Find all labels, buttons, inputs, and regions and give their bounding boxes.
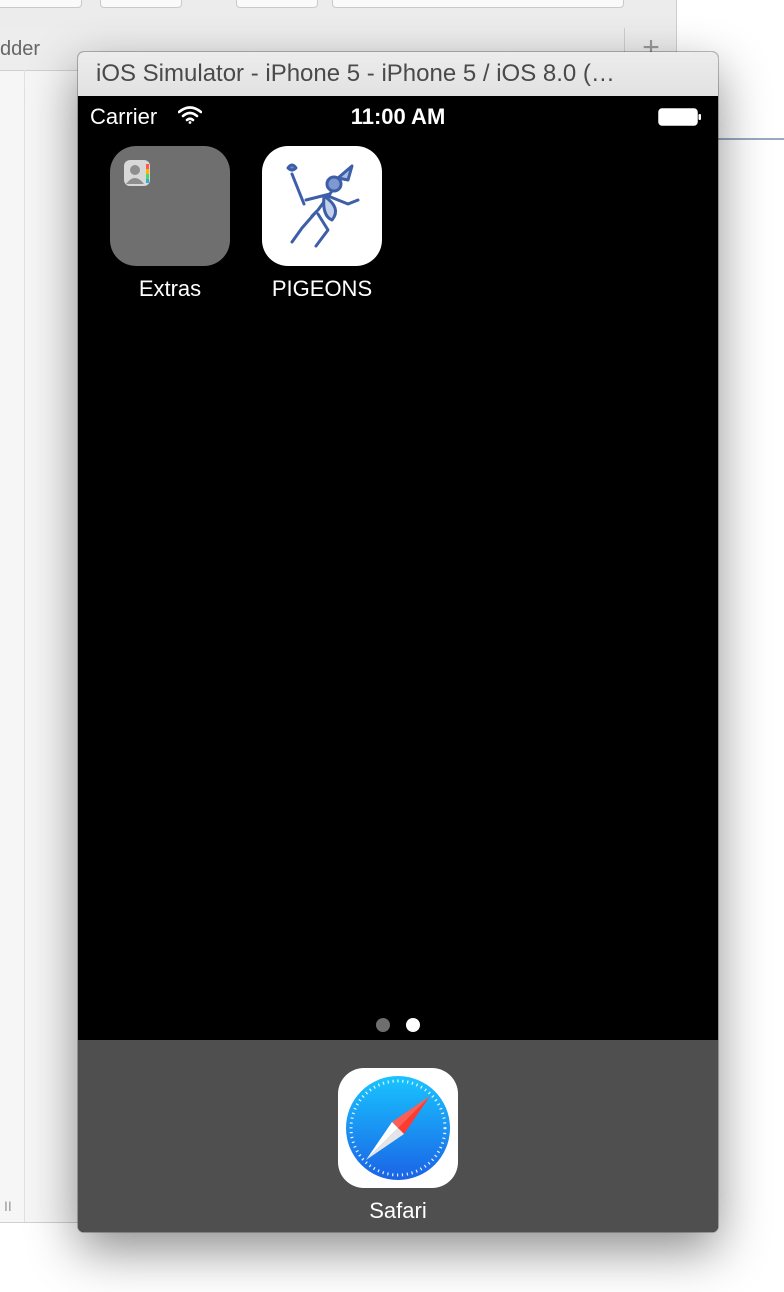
safari-compass-icon [346, 1076, 450, 1180]
background-divider [24, 70, 25, 1222]
simulator-title-bar[interactable]: iOS Simulator - iPhone 5 - iPhone 5 / iO… [78, 52, 718, 97]
app-safari[interactable]: Safari [323, 1068, 473, 1224]
toolbar-segment[interactable] [0, 0, 82, 8]
background-status-glyph: II [4, 1198, 12, 1214]
contacts-mini-icon [124, 160, 150, 186]
status-time: 11:00 AM [350, 104, 446, 129]
simulator-title: iOS Simulator - iPhone 5 - iPhone 5 / iO… [96, 60, 615, 87]
app-label: Safari [369, 1198, 427, 1223]
toolbar-search-field[interactable] [332, 0, 624, 8]
folder-icon [110, 146, 230, 266]
hermes-icon [262, 146, 382, 266]
compass-icon [338, 1068, 458, 1188]
status-bar: Carrier 11:00 AM [78, 96, 718, 136]
battery-icon [658, 108, 701, 126]
toolbar-segment[interactable] [100, 0, 182, 8]
app-pigeons[interactable]: PIGEONS [247, 146, 397, 302]
app-label: Extras [138, 276, 202, 301]
background-toolbar [0, 0, 676, 29]
background-accent-line [718, 138, 784, 140]
ios-simulator-window: iOS Simulator - iPhone 5 - iPhone 5 / iO… [78, 52, 718, 1232]
app-label: PIGEONS [271, 276, 373, 301]
app-extras-folder[interactable]: Extras [95, 146, 245, 302]
page-indicator[interactable] [78, 1018, 718, 1032]
page-dot-current[interactable] [406, 1018, 420, 1032]
hermes-figure-icon [286, 163, 360, 248]
page-dot[interactable] [376, 1018, 390, 1032]
background-tab-label[interactable]: dder [0, 38, 40, 61]
dock: Safari [78, 1040, 718, 1232]
iphone-screen: Carrier 11:00 AM Extras PIGEONS Safari [78, 96, 718, 1232]
toolbar-segment[interactable] [236, 0, 318, 8]
